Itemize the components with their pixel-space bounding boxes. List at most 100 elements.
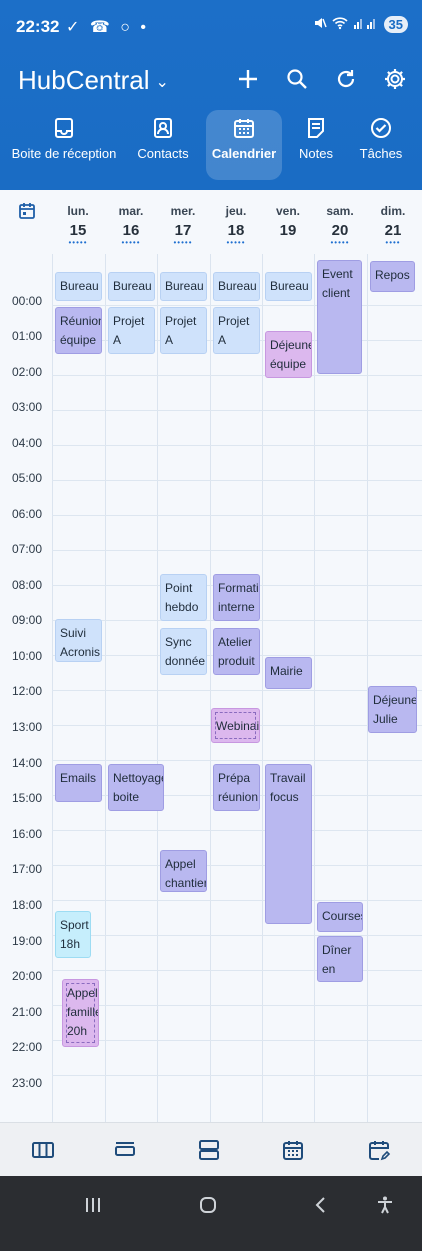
day-header-thu[interactable]: jeu. 18 ••••• — [210, 190, 262, 254]
hour-label: 06:00 — [12, 507, 43, 521]
day-name: ven. — [275, 204, 300, 218]
tab-tasks[interactable]: Tâches — [354, 110, 408, 180]
refresh-button[interactable] — [329, 62, 363, 96]
hour-line — [52, 865, 422, 866]
module-tabs: Boite de réception Contacts Calendrier N… — [0, 110, 422, 184]
event[interactable]: Prépa réunion — [213, 764, 260, 811]
event[interactable]: Event client — [317, 260, 362, 374]
day-view-button[interactable] — [110, 1135, 140, 1165]
hour-label: 22:00 — [12, 1040, 43, 1054]
day-header-sun[interactable]: dim. 21 •••• — [367, 190, 419, 254]
event-title: Formatio interne — [218, 581, 259, 614]
account-switcher[interactable]: HubCentral ⌄ — [18, 65, 169, 96]
event[interactable]: Réunion équipe — [55, 307, 102, 354]
day-name: lun. — [67, 204, 89, 218]
event-title: Event client — [322, 267, 353, 300]
status-right: 35 — [313, 16, 408, 33]
event[interactable]: Mairie — [265, 657, 312, 689]
battery-indicator: 35 — [383, 16, 408, 33]
search-button[interactable] — [280, 62, 314, 96]
notification-icons: ✓ ☎ ○ • — [66, 19, 149, 36]
refresh-icon — [337, 70, 355, 88]
event-title: Projet A point — [113, 314, 145, 353]
hour-label: 15:00 — [12, 791, 43, 805]
event[interactable]: Déjeuner équipe — [265, 331, 312, 378]
day-date: 15 — [69, 222, 87, 239]
day-name: mer. — [170, 204, 196, 218]
day-date: 18 — [227, 222, 245, 239]
hour-label: 03:00 — [12, 400, 43, 414]
jump-to-date-button[interactable] — [18, 202, 36, 225]
event[interactable]: Courses — [317, 902, 363, 932]
recent-apps-button[interactable] — [78, 1190, 108, 1220]
home-button[interactable] — [193, 1190, 223, 1220]
day-header-fri[interactable]: ven. 19 — [262, 190, 314, 254]
event-title: Réunion équipe — [60, 314, 102, 347]
column-divider — [52, 254, 53, 1122]
back-icon — [315, 1197, 325, 1213]
hour-label: 20:00 — [12, 969, 43, 983]
hour-label: 18:00 — [12, 898, 43, 912]
settings-button[interactable] — [378, 62, 412, 96]
day-name: mar. — [118, 204, 144, 218]
day-header-tue[interactable]: mar. 16 ••••• — [105, 190, 157, 254]
status-bar: 22:32 ✓ ☎ ○ • 35 — [0, 0, 422, 48]
hour-label: 13:00 — [12, 720, 43, 734]
event[interactable]: Webinaire — [211, 708, 260, 743]
event-title: Bureau — [113, 279, 152, 293]
event[interactable]: Sport 18h — [55, 911, 91, 958]
contacts-icon — [130, 110, 196, 146]
event[interactable]: Repos — [370, 261, 415, 292]
day-header-mon[interactable]: lun. 15 ••••• — [52, 190, 104, 254]
event[interactable]: Travail focus — [265, 764, 312, 924]
event[interactable]: Appel chantier — [160, 850, 207, 892]
day-header-wed[interactable]: mer. 17 ••••• — [157, 190, 209, 254]
event[interactable]: Dîner en ville — [317, 936, 363, 982]
agenda-view-button[interactable] — [194, 1135, 224, 1165]
recent-apps-icon — [86, 1198, 100, 1212]
event[interactable]: Sync donnée — [160, 628, 207, 675]
event[interactable]: Bureau — [55, 272, 102, 301]
tab-notes[interactable]: Notes — [292, 110, 340, 180]
event[interactable]: Bureau — [108, 272, 155, 301]
event[interactable]: Projet A point — [213, 307, 260, 354]
event[interactable]: Bureau — [213, 272, 260, 301]
event[interactable]: Suivi Acronis — [55, 619, 102, 662]
week-view[interactable]: lun. 15 ••••• mar. 16 ••••• mer. 17 ••••• jeu.… — [0, 190, 422, 1122]
add-event-button[interactable] — [231, 62, 265, 96]
month-view-button[interactable] — [278, 1135, 308, 1165]
settings-icon — [385, 69, 405, 89]
event[interactable]: Bureau — [265, 272, 312, 301]
event-title: Bureau — [218, 279, 257, 293]
tab-inbox[interactable]: Boite de réception — [8, 110, 120, 180]
event[interactable]: Formatio interne — [213, 574, 260, 621]
event-title: Courses — [322, 909, 363, 923]
event[interactable]: Projet A point — [108, 307, 155, 354]
event-title: Suivi Acronis — [60, 626, 101, 659]
back-button[interactable] — [306, 1190, 336, 1220]
event[interactable]: Déjeuner Julie — [368, 686, 417, 733]
hour-label: 10:00 — [12, 649, 43, 663]
event[interactable]: Projet A point — [160, 307, 207, 354]
hour-label: 21:00 — [12, 1005, 43, 1019]
tab-calendar[interactable]: Calendrier — [206, 110, 282, 180]
hour-label: 01:00 — [12, 329, 43, 343]
event-title: Nettoyage boite mail — [113, 771, 164, 810]
column-divider — [262, 254, 263, 1122]
event[interactable]: Emails — [55, 764, 102, 802]
day-name: dim. — [380, 204, 406, 218]
day-date: 16 — [122, 222, 140, 239]
event[interactable]: Point hebdo — [160, 574, 207, 621]
event[interactable]: Nettoyage boite mail — [108, 764, 164, 811]
day-header-sat[interactable]: sam. 20 ••••• — [314, 190, 366, 254]
event[interactable]: Appel famille 20h — [62, 979, 99, 1047]
edit-calendar-button[interactable] — [364, 1135, 394, 1165]
tab-contacts[interactable]: Contacts — [130, 110, 196, 180]
event-title: Projet A point — [218, 314, 250, 353]
week-view-button[interactable] — [28, 1135, 58, 1165]
event[interactable]: Atelier produit — [213, 628, 260, 675]
edit-calendar-icon — [369, 1141, 391, 1161]
tab-label: Tâches — [359, 146, 403, 161]
event[interactable]: Bureau — [160, 272, 207, 301]
accessibility-button[interactable] — [370, 1190, 400, 1220]
